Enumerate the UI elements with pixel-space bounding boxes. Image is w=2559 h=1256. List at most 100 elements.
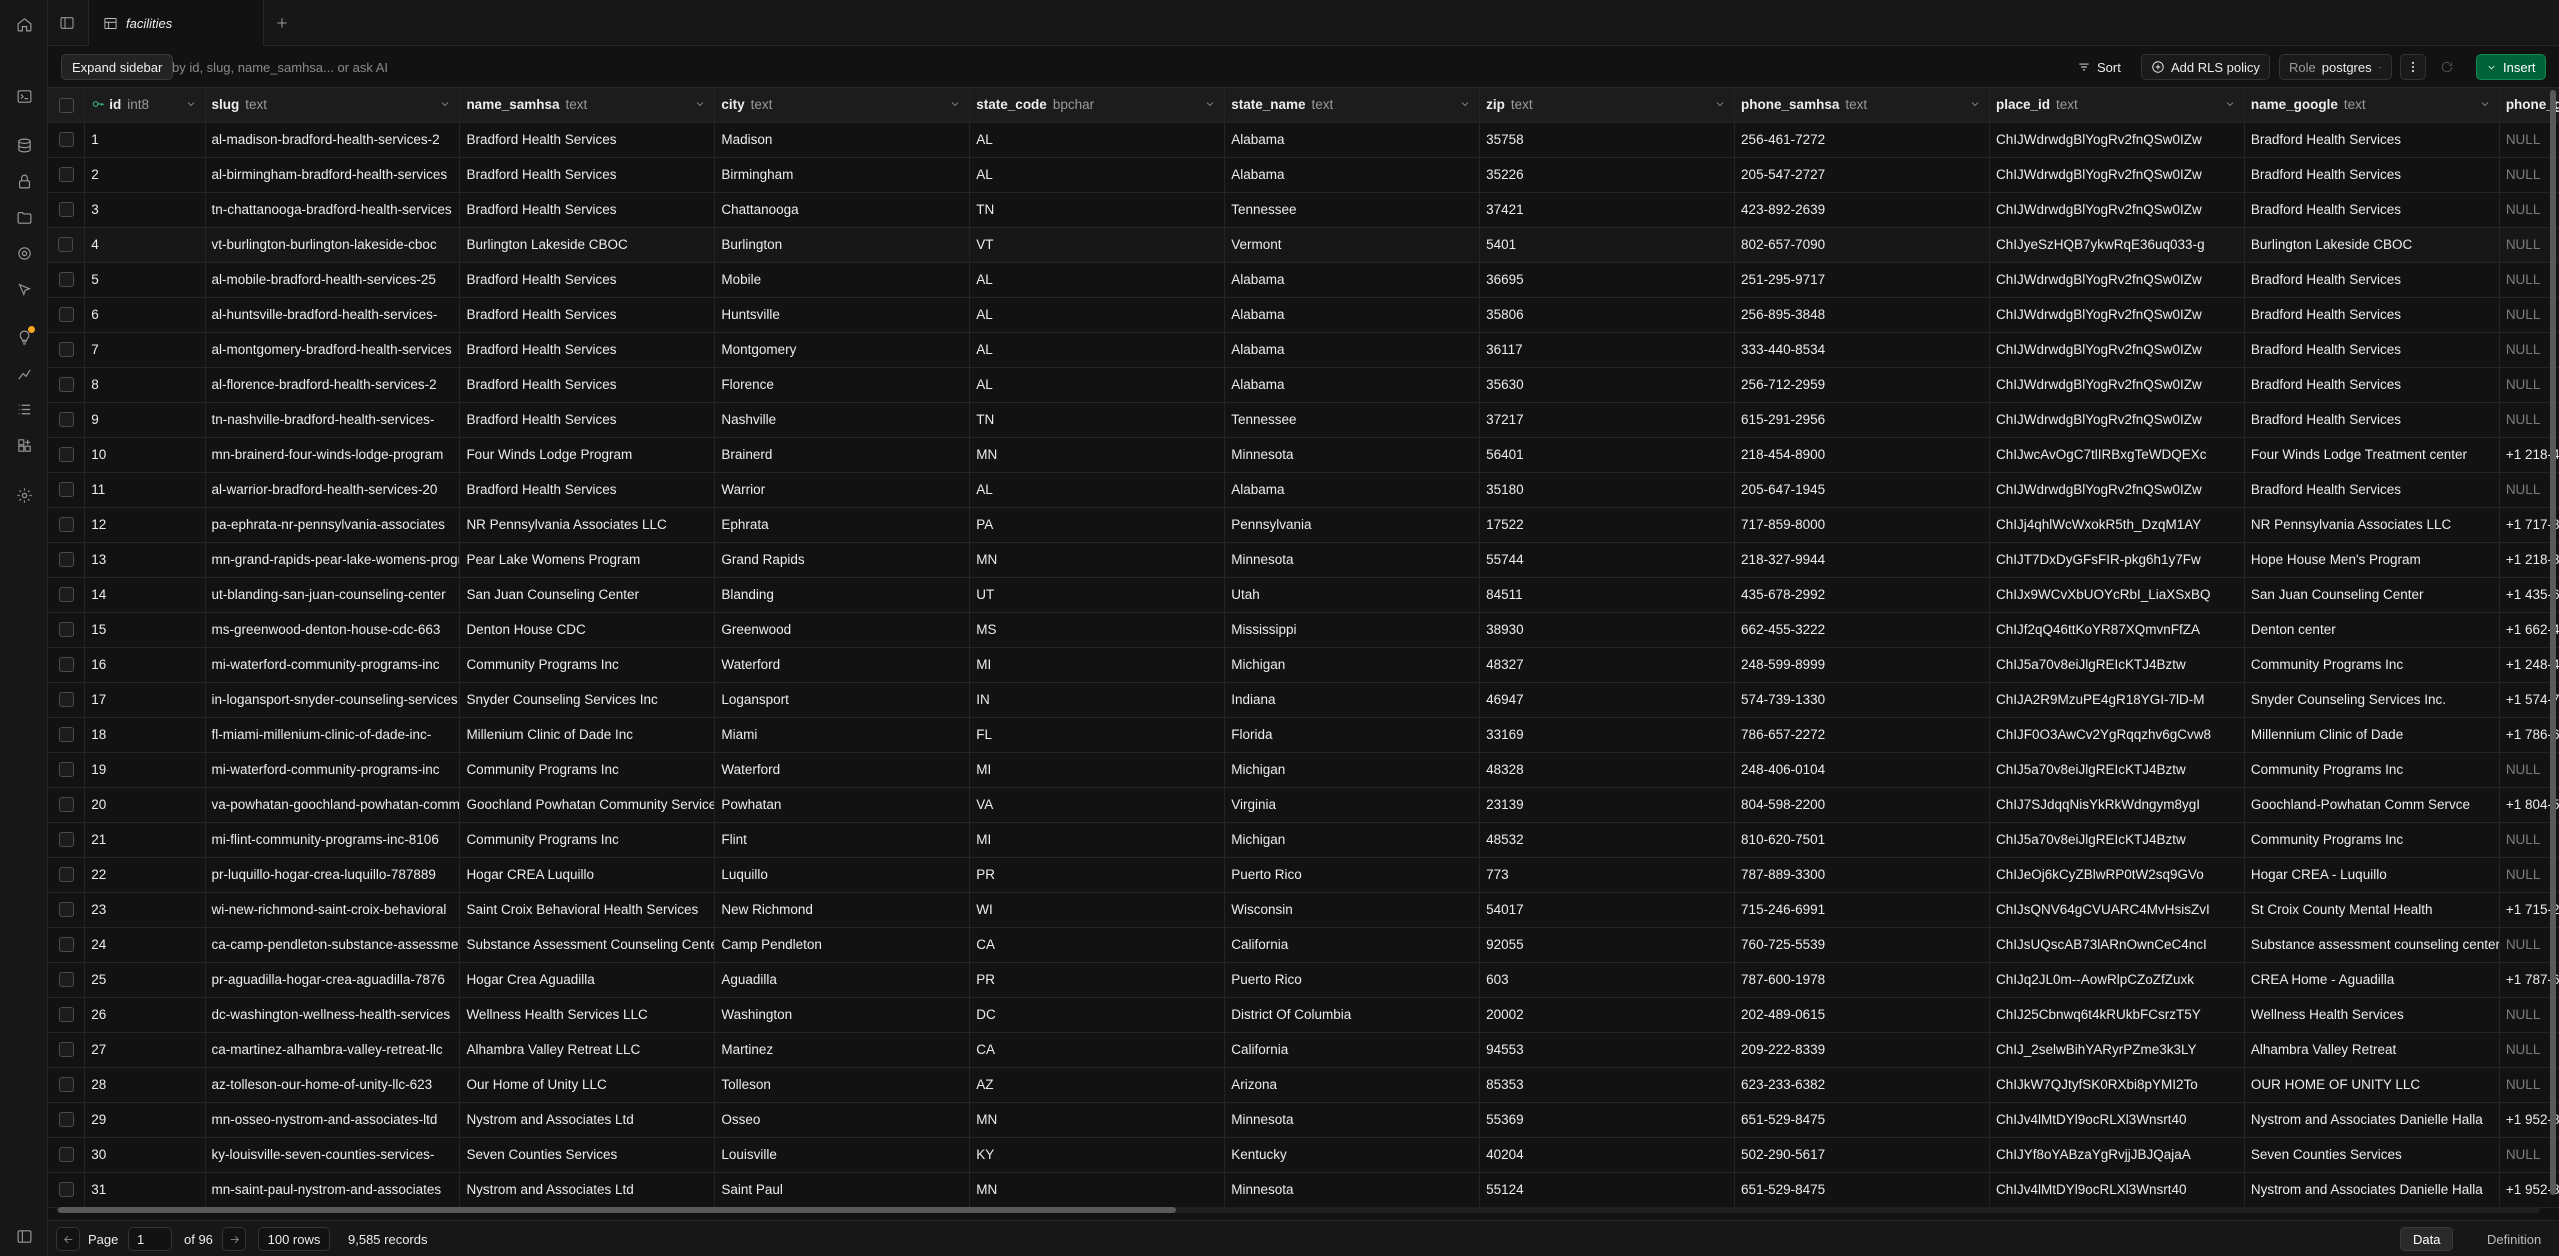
- horizontal-scrollbar[interactable]: [48, 1204, 2548, 1214]
- cell-id[interactable]: 29: [84, 1102, 206, 1138]
- cell-name_google[interactable]: Burlington Lakeside CBOC: [2244, 227, 2500, 263]
- cell-id[interactable]: 12: [84, 507, 206, 543]
- cell-slug[interactable]: al-warrior-bradford-health-services-20: [205, 472, 461, 508]
- cell-zip[interactable]: 5401: [1479, 227, 1736, 263]
- row-select-cell[interactable]: [48, 892, 86, 928]
- cell-state_code[interactable]: PA: [969, 507, 1226, 543]
- row-checkbox[interactable]: [58, 202, 74, 218]
- cell-name_samhsa[interactable]: NR Pennsylvania Associates LLC: [459, 507, 716, 543]
- cell-phone_samhsa[interactable]: 256-712-2959: [1734, 367, 1990, 403]
- cell-zip[interactable]: 773: [1479, 857, 1736, 893]
- cell-place_id[interactable]: ChIJWdrwdgBlYogRv2fnQSw0IZw: [1989, 192, 2245, 228]
- cell-zip[interactable]: 48327: [1479, 647, 1736, 683]
- row-checkbox[interactable]: [58, 1007, 74, 1023]
- cell-phone_samhsa[interactable]: 786-657-2272: [1734, 717, 1990, 753]
- table-row[interactable]: 27 ca-martinez-alhambra-valley-retreat-ll…: [48, 1032, 2559, 1068]
- cell-place_id[interactable]: ChIJWdrwdgBlYogRv2fnQSw0IZw: [1989, 157, 2245, 193]
- cell-place_id[interactable]: ChIJx9WCvXbUOYcRbI_LiaXSxBQ: [1989, 577, 2245, 613]
- row-select-cell[interactable]: [48, 752, 86, 788]
- cell-slug[interactable]: mn-grand-rapids-pear-lake-womens-program: [205, 542, 461, 578]
- rows-per-page-select[interactable]: 100 rows: [258, 1227, 330, 1251]
- cell-city[interactable]: Powhatan: [714, 787, 971, 823]
- cell-id[interactable]: 5: [84, 262, 206, 298]
- cell-zip[interactable]: 46947: [1479, 682, 1736, 718]
- table-row[interactable]: 13 mn-grand-rapids-pear-lake-womens-progr…: [48, 542, 2559, 578]
- cell-city[interactable]: Madison: [714, 122, 971, 158]
- cell-state_code[interactable]: FL: [969, 717, 1226, 753]
- cell-state_code[interactable]: MI: [969, 752, 1226, 788]
- cell-zip[interactable]: 23139: [1479, 787, 1736, 823]
- reports-icon[interactable]: [12, 361, 36, 385]
- cell-phone_samhsa[interactable]: 715-246-6991: [1734, 892, 1990, 928]
- row-select-cell[interactable]: [48, 927, 86, 963]
- row-checkbox[interactable]: [58, 972, 74, 988]
- cell-zip[interactable]: 40204: [1479, 1137, 1736, 1173]
- cell-id[interactable]: 22: [84, 857, 206, 893]
- settings-icon[interactable]: [12, 483, 36, 507]
- cell-name_samhsa[interactable]: Seven Counties Services: [459, 1137, 716, 1173]
- table-row[interactable]: 18 fl-miami-millenium-clinic-of-dade-inc-…: [48, 717, 2559, 753]
- cell-state_code[interactable]: MI: [969, 822, 1226, 858]
- cell-city[interactable]: Florence: [714, 367, 971, 403]
- cell-state_name[interactable]: Alabama: [1224, 367, 1481, 403]
- cell-phone_samhsa[interactable]: 787-889-3300: [1734, 857, 1990, 893]
- cell-state_name[interactable]: Tennessee: [1224, 402, 1481, 438]
- cell-zip[interactable]: 55124: [1479, 1172, 1736, 1208]
- cell-id[interactable]: 1: [84, 122, 206, 158]
- cell-id[interactable]: 7: [84, 332, 206, 368]
- row-checkbox[interactable]: [58, 692, 74, 708]
- cell-state_name[interactable]: Alabama: [1224, 262, 1481, 298]
- cell-zip[interactable]: 35806: [1479, 297, 1736, 333]
- cell-slug[interactable]: tn-nashville-bradford-health-services-: [205, 402, 461, 438]
- table-row[interactable]: 26 dc-washington-wellness-health-services…: [48, 997, 2559, 1033]
- column-header-phone_samhsa[interactable]: phone_samhsa text: [1734, 88, 1990, 123]
- row-checkbox[interactable]: [58, 937, 74, 953]
- cell-place_id[interactable]: ChIJWdrwdgBlYogRv2fnQSw0IZw: [1989, 262, 2245, 298]
- cell-slug[interactable]: mi-flint-community-programs-inc-8106: [205, 822, 461, 858]
- row-select-cell[interactable]: [48, 437, 86, 473]
- cell-state_name[interactable]: California: [1224, 1032, 1481, 1068]
- cell-name_google[interactable]: Community Programs Inc: [2244, 647, 2500, 683]
- cell-phone_samhsa[interactable]: 423-892-2639: [1734, 192, 1990, 228]
- cell-name_google[interactable]: Nystrom and Associates Danielle Halla: [2244, 1172, 2500, 1208]
- cell-name_google[interactable]: Bradford Health Services: [2244, 262, 2500, 298]
- data-view-tab[interactable]: Data: [2400, 1227, 2454, 1251]
- row-checkbox[interactable]: [58, 1077, 74, 1093]
- edge-functions-icon[interactable]: [12, 277, 36, 301]
- table-row[interactable]: 9 tn-nashville-bradford-health-services- B…: [48, 402, 2559, 438]
- cell-place_id[interactable]: ChIJWdrwdgBlYogRv2fnQSw0IZw: [1989, 332, 2245, 368]
- table-row[interactable]: 17 in-logansport-snyder-counseling-servic…: [48, 682, 2559, 718]
- cell-name_samhsa[interactable]: Pear Lake Womens Program: [459, 542, 716, 578]
- row-select-cell[interactable]: [48, 192, 86, 228]
- chevron-down-icon[interactable]: [185, 98, 197, 110]
- cell-city[interactable]: Washington: [714, 997, 971, 1033]
- cell-name_google[interactable]: Bradford Health Services: [2244, 122, 2500, 158]
- cell-slug[interactable]: pa-ephrata-nr-pennsylvania-associates: [205, 507, 461, 543]
- cell-state_name[interactable]: Michigan: [1224, 647, 1481, 683]
- cell-name_google[interactable]: Hogar CREA - Luquillo: [2244, 857, 2500, 893]
- cell-slug[interactable]: al-birmingham-bradford-health-services: [205, 157, 461, 193]
- cell-slug[interactable]: al-mobile-bradford-health-services-25: [205, 262, 461, 298]
- row-checkbox[interactable]: [58, 272, 74, 288]
- cell-id[interactable]: 20: [84, 787, 206, 823]
- cell-zip[interactable]: 17522: [1479, 507, 1736, 543]
- cell-name_samhsa[interactable]: Community Programs Inc: [459, 647, 716, 683]
- cell-phone_samhsa[interactable]: 218-454-8900: [1734, 437, 1990, 473]
- more-options-button[interactable]: [2400, 54, 2426, 80]
- cell-state_code[interactable]: MN: [969, 1102, 1226, 1138]
- cell-phone_samhsa[interactable]: 662-455-3222: [1734, 612, 1990, 648]
- table-row[interactable]: 14 ut-blanding-san-juan-counseling-center…: [48, 577, 2559, 613]
- cell-slug[interactable]: al-montgomery-bradford-health-services: [205, 332, 461, 368]
- cell-id[interactable]: 16: [84, 647, 206, 683]
- cell-phone_samhsa[interactable]: 248-406-0104: [1734, 752, 1990, 788]
- cell-slug[interactable]: ca-camp-pendleton-substance-assessment: [205, 927, 461, 963]
- cell-slug[interactable]: dc-washington-wellness-health-services: [205, 997, 461, 1033]
- table-row[interactable]: 4 vt-burlington-burlington-lakeside-cboc B…: [48, 227, 2559, 263]
- cell-place_id[interactable]: ChIJq2JL0m--AowRlpCZoZfZuxk: [1989, 962, 2245, 998]
- table-row[interactable]: 11 al-warrior-bradford-health-services-20…: [48, 472, 2559, 508]
- cell-slug[interactable]: al-huntsville-bradford-health-services-: [205, 297, 461, 333]
- row-select-cell[interactable]: [48, 542, 86, 578]
- cell-name_google[interactable]: Community Programs Inc: [2244, 822, 2500, 858]
- advisors-icon[interactable]: [12, 325, 36, 349]
- cell-slug[interactable]: mi-waterford-community-programs-inc: [205, 647, 461, 683]
